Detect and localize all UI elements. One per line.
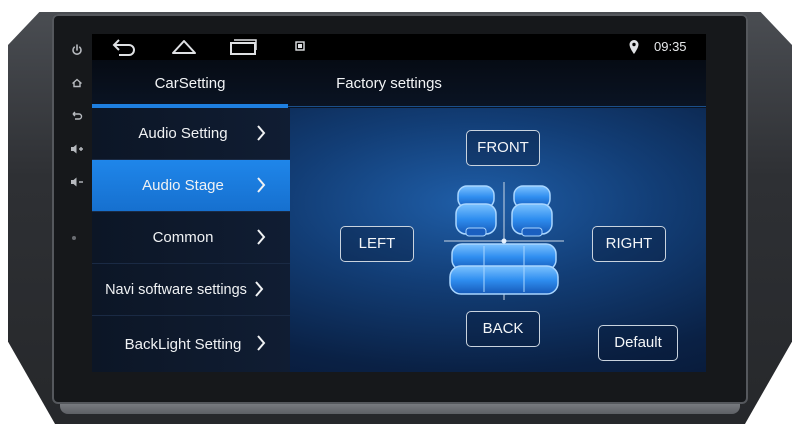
tab-factory-settings[interactable]: Factory settings: [288, 60, 490, 108]
menu-item-audio-stage[interactable]: Audio Stage: [92, 160, 290, 212]
tab-divider: [288, 106, 706, 107]
menu-item-navi-software-settings[interactable]: Navi software settings: [92, 264, 290, 316]
tab-bar: CarSetting Factory settings: [92, 60, 706, 108]
chevron-right-icon: [257, 229, 266, 245]
chevron-right-icon: [257, 125, 266, 141]
home-icon[interactable]: [170, 37, 198, 57]
menu-item-label: Common: [152, 229, 214, 246]
menu-item-label: Audio Stage: [142, 177, 224, 194]
volume-down-icon[interactable]: [69, 176, 85, 192]
chevron-right-icon: [257, 177, 266, 193]
menu-item-label: Audio Setting: [138, 125, 228, 142]
menu-item-label: BackLight Setting: [124, 335, 242, 353]
menu-item-label: Navi software settings: [105, 281, 247, 298]
home-icon[interactable]: [69, 77, 85, 93]
side-button-panel: [66, 44, 88, 284]
car-seats-diagram[interactable]: [444, 182, 564, 300]
microphone-dot: [72, 236, 76, 240]
menu-item-audio-setting[interactable]: Audio Setting: [92, 108, 290, 160]
back-button[interactable]: BACK: [466, 311, 540, 347]
volume-up-icon[interactable]: [69, 143, 85, 159]
right-button[interactable]: RIGHT: [592, 226, 666, 262]
back-icon[interactable]: [110, 37, 138, 57]
front-right-seat: [511, 185, 553, 237]
location-icon: [629, 40, 639, 54]
notification-icon: [295, 41, 305, 51]
recent-apps-icon[interactable]: [228, 37, 258, 57]
status-bar: 09:35: [92, 34, 706, 60]
screen: 09:35 CarSetting Factory settings Audio …: [92, 34, 706, 372]
rear-bench-seat: [449, 243, 559, 295]
settings-menu: Audio Setting Audio Stage Common Navi so…: [92, 108, 290, 372]
front-button[interactable]: FRONT: [466, 130, 540, 166]
clock: 09:35: [654, 39, 687, 54]
chevron-right-icon: [257, 335, 266, 351]
chevron-right-icon: [255, 281, 264, 297]
default-button[interactable]: Default: [598, 325, 678, 361]
tab-carsetting[interactable]: CarSetting: [92, 60, 288, 108]
menu-item-backlight-setting[interactable]: BackLight Setting: [92, 316, 290, 372]
back-icon[interactable]: [69, 110, 85, 126]
menu-item-common[interactable]: Common: [92, 212, 290, 264]
front-left-seat: [455, 185, 497, 237]
power-icon[interactable]: [69, 44, 85, 60]
left-button[interactable]: LEFT: [340, 226, 414, 262]
